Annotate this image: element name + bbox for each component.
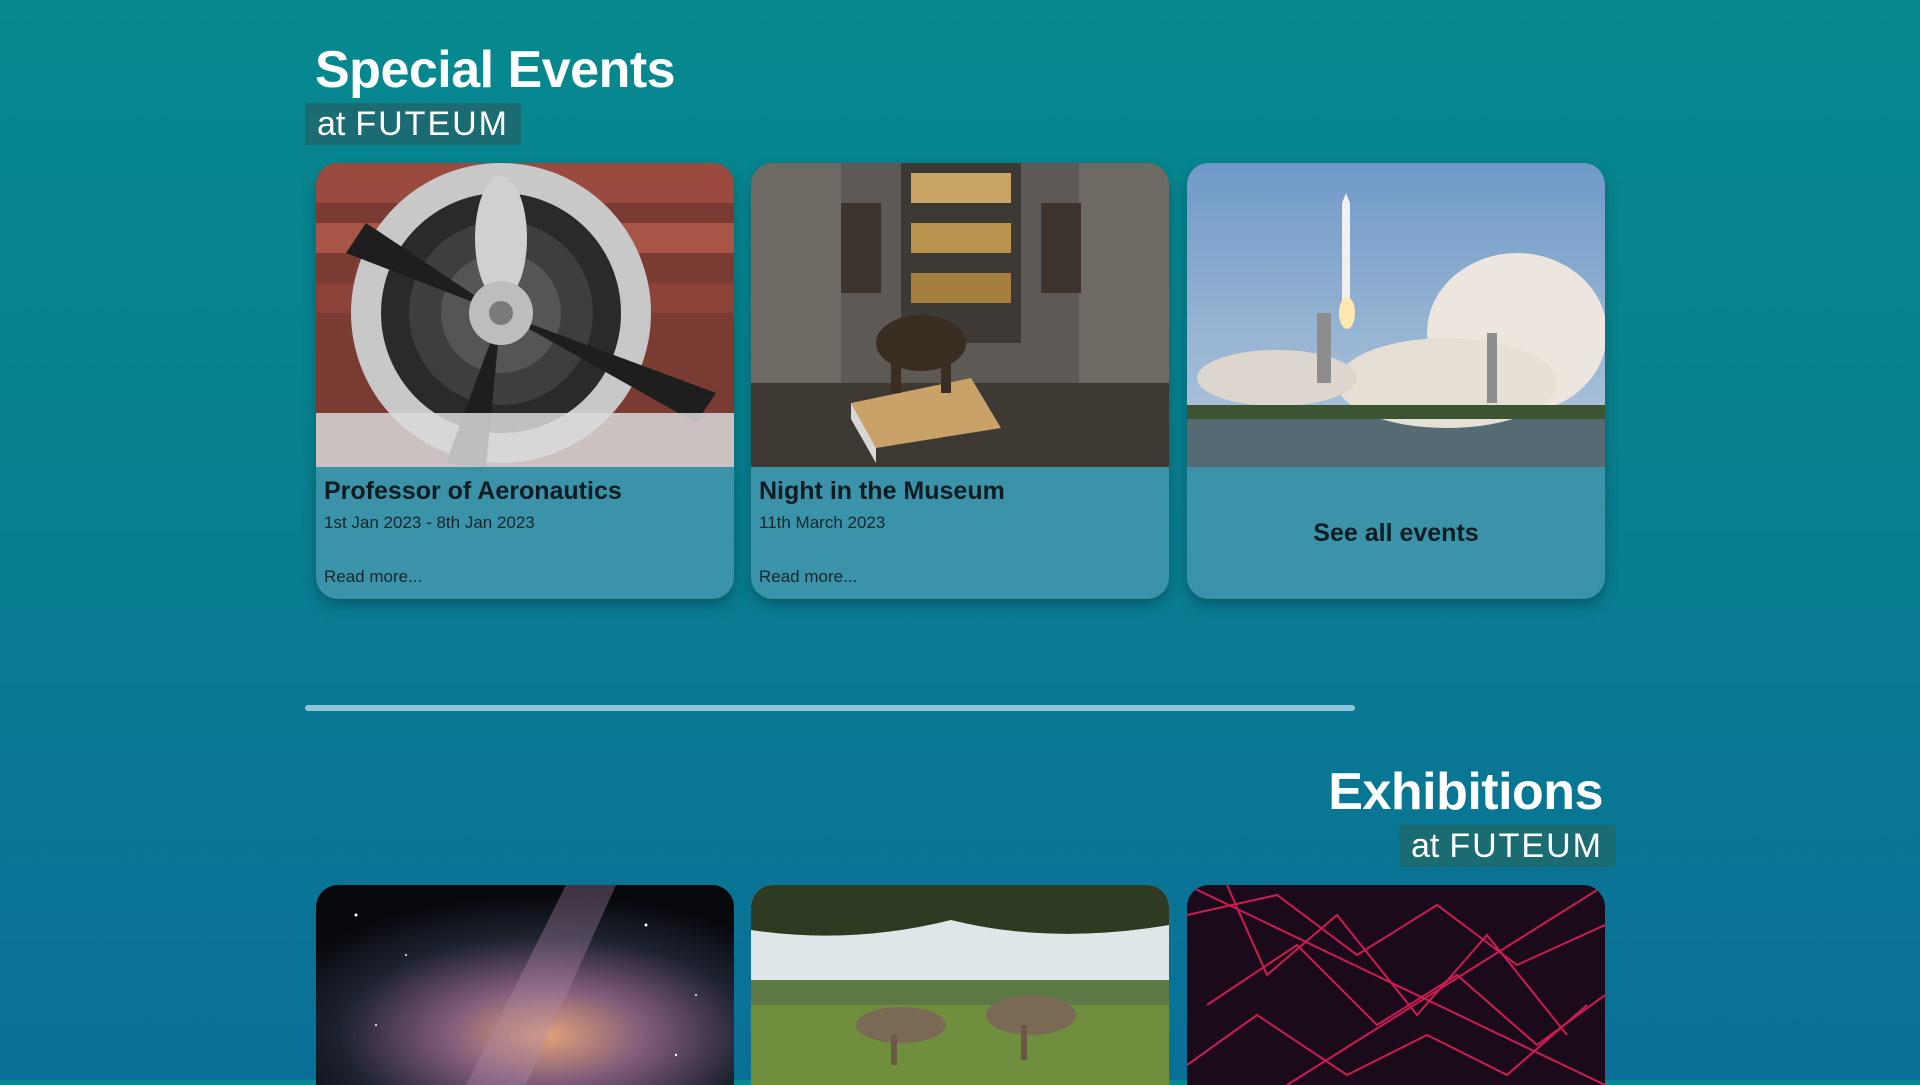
event-date: 1st Jan 2023 - 8th Jan 2023: [324, 513, 535, 532]
see-all-events-card[interactable]: See all events: [1187, 163, 1605, 599]
read-more-link[interactable]: Read more...: [324, 567, 422, 587]
exhibition-card-space[interactable]: [316, 885, 734, 1085]
brand-logo-text: FUTEUM: [355, 104, 510, 143]
exhibitions-brand-tag: at FUTEUM: [1398, 825, 1615, 867]
event-date: 11th March 2023: [759, 513, 886, 532]
museum-hall-elephant-photo: [751, 163, 1169, 467]
rocket-launch-photo: [1187, 163, 1605, 467]
event-card-aeronautics[interactable]: Professor of Aeronautics 1st Jan 2023 - …: [316, 163, 734, 599]
event-title: Night in the Museum: [759, 477, 1005, 505]
brand-at-text: at: [317, 104, 346, 143]
event-card-night-museum[interactable]: Night in the Museum 11th March 2023 Read…: [751, 163, 1169, 599]
pink-network-lines-art: [1187, 885, 1605, 1085]
exhibition-card-network[interactable]: [1187, 885, 1605, 1085]
exhibition-card-dinosaurs[interactable]: [751, 885, 1169, 1085]
see-all-events-button[interactable]: See all events: [1187, 519, 1605, 548]
event-title: Professor of Aeronautics: [324, 477, 622, 505]
read-more-link[interactable]: Read more...: [759, 567, 857, 587]
milky-way-night-sky-photo: [316, 885, 734, 1085]
brand-at-text: at: [1410, 826, 1440, 865]
airplane-propeller-photo: [316, 163, 734, 467]
special-events-title: Special Events: [315, 41, 676, 99]
dinosaurs-in-field-photo: [751, 885, 1169, 1085]
special-events-brand-tag: at FUTEUM: [305, 103, 522, 145]
section-divider: [305, 705, 1355, 711]
brand-logo-text: FUTEUM: [1449, 826, 1603, 865]
exhibitions-title: Exhibitions: [1328, 763, 1603, 821]
